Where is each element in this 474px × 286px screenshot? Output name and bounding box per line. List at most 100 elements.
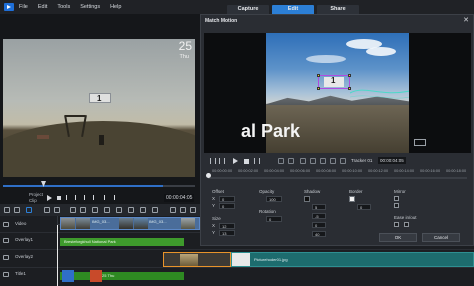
track-backward-icon[interactable] — [278, 158, 284, 164]
reset-icon[interactable] — [340, 158, 346, 164]
offset-y-input[interactable]: 0 — [219, 203, 235, 209]
opacity-input[interactable]: 100 — [266, 196, 282, 202]
record-icon[interactable] — [70, 207, 76, 213]
overlay1-title-clip[interactable]: Bresteforgkhull National Park — [60, 238, 184, 246]
step-forward-icon[interactable] — [84, 195, 88, 200]
multi-camera-icon[interactable] — [128, 207, 134, 213]
shadow-opacity-input[interactable]: 40 — [312, 231, 326, 237]
zoom-in-icon[interactable] — [180, 207, 186, 213]
zoom-out-icon[interactable] — [170, 207, 176, 213]
mirror-horizontal-checkbox[interactable] — [394, 196, 399, 201]
rotation-input[interactable]: 0 — [266, 216, 282, 222]
audio-mixer-icon[interactable] — [80, 207, 86, 213]
overlay2-selected-clip[interactable] — [163, 252, 231, 267]
stop-icon[interactable] — [57, 196, 61, 200]
menu-tools[interactable]: Tools — [57, 4, 70, 10]
dialog-timeline-handle[interactable] — [206, 173, 211, 178]
undo-icon[interactable] — [44, 207, 50, 213]
clip-thumbnail — [180, 254, 198, 266]
preview-sticker-text: 1 — [97, 94, 102, 103]
tab-capture[interactable]: Capture — [227, 5, 269, 14]
redo-icon[interactable] — [54, 207, 60, 213]
preview-scrub-track[interactable] — [163, 185, 195, 187]
overlay2-track-icon[interactable] — [3, 255, 9, 260]
next-keyframe-icon[interactable] — [330, 158, 336, 164]
preview-window: 25 Thu 1 — [3, 39, 195, 177]
mode-project-label[interactable]: Project — [29, 192, 43, 197]
play-icon[interactable] — [47, 195, 52, 201]
step-back-icon[interactable] — [75, 195, 79, 200]
time-remap-icon[interactable] — [140, 207, 146, 213]
remove-keyframe-icon[interactable] — [310, 158, 316, 164]
shadow-y-input[interactable]: -5 — [312, 213, 326, 219]
dialog-title-overlay: al Park — [241, 121, 301, 141]
mask-creator-icon[interactable] — [152, 207, 158, 213]
overlay2-image-clip[interactable]: Picturehoder01.jpg — [231, 252, 474, 267]
add-keyframe-icon[interactable] — [300, 158, 306, 164]
preview-scrub-progress[interactable] — [3, 185, 163, 187]
play-icon[interactable] — [233, 158, 238, 164]
fit-project-icon[interactable] — [190, 207, 196, 213]
tab-edit[interactable]: Edit — [272, 5, 314, 14]
mirror-vertical-checkbox[interactable] — [394, 203, 399, 208]
cancel-button[interactable]: Cancel — [422, 233, 460, 242]
dialog-timeline[interactable]: 00:00:00:00 00:00:02:00 00:00:04:00 00:0… — [204, 168, 471, 182]
menu-help[interactable]: Help — [110, 4, 121, 10]
size-x-input[interactable]: 12 — [219, 223, 235, 229]
motion-tracking-icon[interactable] — [104, 207, 110, 213]
track-forward-icon[interactable] — [288, 158, 294, 164]
step-forward-icon[interactable] — [254, 158, 260, 164]
previous-icon[interactable] — [210, 158, 216, 164]
subtitle-editor-icon[interactable] — [116, 207, 122, 213]
menu-edit[interactable]: Edit — [38, 4, 47, 10]
dialog-sticker[interactable]: 1 — [324, 76, 344, 87]
prev-keyframe-icon[interactable] — [320, 158, 326, 164]
title1-clip[interactable]: 25 Thu — [60, 272, 184, 280]
close-icon[interactable]: ✕ — [463, 16, 469, 24]
ease-in-checkbox[interactable] — [394, 222, 399, 227]
border-width-input[interactable]: 0 — [357, 204, 371, 210]
preview-hill — [3, 121, 195, 177]
previous-icon[interactable] — [66, 195, 70, 200]
tracker-handle[interactable] — [317, 87, 320, 90]
offset-x-input[interactable]: 0 — [219, 196, 235, 202]
next-icon[interactable] — [93, 195, 97, 200]
tab-share[interactable]: Share — [317, 5, 359, 14]
shadow-color-swatch[interactable] — [304, 196, 310, 202]
tracker-handle[interactable] — [348, 74, 351, 77]
storyboard-view-icon[interactable] — [4, 207, 10, 213]
track-manager-icon[interactable] — [26, 207, 32, 213]
track-name-overlay2: Overlay2 — [15, 254, 34, 259]
shadow-blur-input[interactable]: 0 — [312, 222, 326, 228]
menu-file[interactable]: File — [19, 4, 28, 10]
overlay1-track-icon[interactable] — [3, 238, 9, 243]
timeline-playhead[interactable] — [57, 225, 58, 286]
tracker-handle[interactable] — [317, 74, 320, 77]
ease-out-checkbox[interactable] — [404, 222, 409, 227]
stop-icon[interactable] — [244, 158, 249, 164]
dialog-timecode[interactable]: 00:00:04:05 — [378, 156, 406, 164]
dialog-ruler-tick: 00:00:10:00 — [342, 169, 363, 173]
preview-timecode[interactable]: 00:00:04:05 — [164, 194, 195, 202]
volume-icon[interactable] — [114, 195, 118, 200]
dialog-timeline-track[interactable] — [208, 177, 467, 179]
title-track-icon[interactable] — [3, 272, 9, 277]
ok-button[interactable]: OK — [379, 233, 417, 242]
menu-settings[interactable]: Settings — [80, 4, 100, 10]
fit-icon[interactable] — [414, 139, 426, 146]
video-clip[interactable]: IMG_03... IMG_03... — [60, 217, 200, 230]
auto-music-icon[interactable] — [92, 207, 98, 213]
mode-clip-label[interactable]: Clip — [29, 198, 37, 203]
match-motion-dialog: Match Motion ✕ 1 al Park Tracker 01 00:0… — [200, 14, 474, 246]
size-y-input[interactable]: 13 — [219, 230, 235, 236]
tracker-selector[interactable]: Tracker 01 — [351, 158, 372, 163]
border-color-swatch[interactable] — [349, 196, 355, 202]
video-track-icon[interactable] — [3, 222, 9, 227]
repeat-icon[interactable] — [104, 195, 108, 200]
preview-date-number: 25 — [178, 39, 192, 53]
track-name-title1: Title1 — [15, 271, 26, 276]
shadow-x-input[interactable]: 5 — [312, 204, 326, 210]
step-back-icon[interactable] — [219, 158, 225, 164]
app-logo-icon — [3, 2, 15, 12]
timeline-view-icon[interactable] — [14, 207, 20, 213]
